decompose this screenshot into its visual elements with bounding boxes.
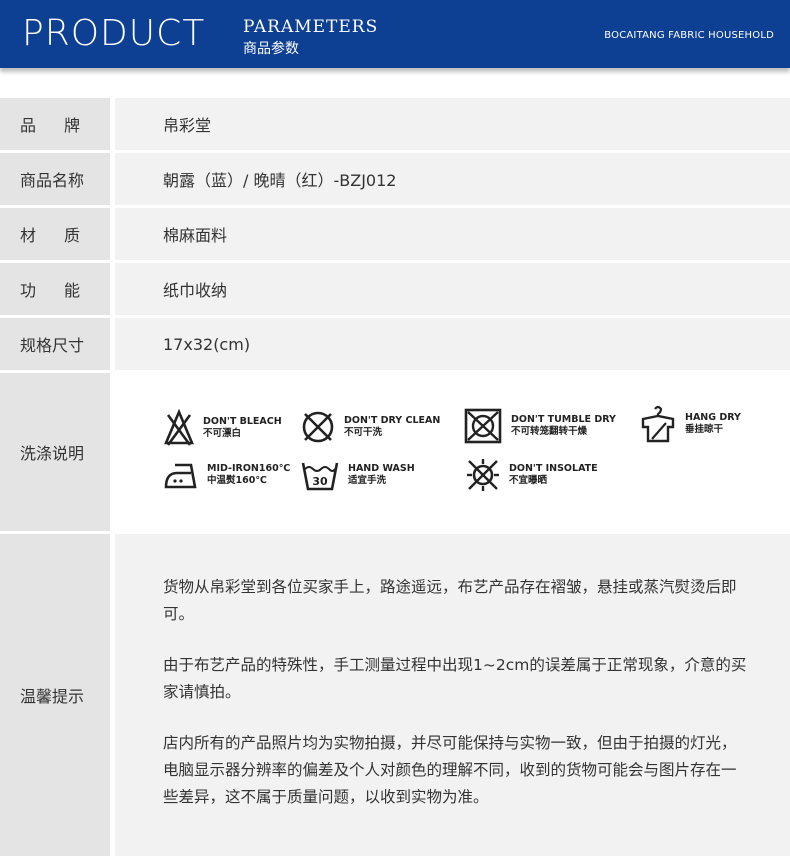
care-item: DON'T DRY CLEAN 不可干洗 xyxy=(300,409,440,445)
row-size: 规格尺寸 17x32(cm) xyxy=(0,318,790,370)
hand-wash-temp: 30 xyxy=(312,475,328,488)
care-text-cn: 适宜手洗 xyxy=(348,475,387,486)
care-item: DON'T INSOLATE 不宜曝晒 xyxy=(465,457,598,493)
row-brand: 品牌 帛彩堂 xyxy=(0,98,790,150)
care-text-cn: 不可漂白 xyxy=(203,428,242,439)
header-title: PRODUCT xyxy=(22,13,206,54)
care-icons-area: DON'T BLEACH 不可漂白 DON'T DRY CLEAN 不可干洗 DON… xyxy=(115,373,790,531)
row-label: 功能 xyxy=(0,263,110,315)
row-label: 品牌 xyxy=(0,98,110,150)
tips-area: 货物从帛彩堂到各位买家手上，路途遥远，布艺产品存在褶皱，悬挂或蒸汽熨烫后即可。 … xyxy=(115,534,790,856)
row-care: 洗涤说明 DON'T BLEACH 不可漂白 DON'T DRY CLEAN 不可干… xyxy=(0,373,790,531)
care-text-cn: 中温熨160℃ xyxy=(207,475,267,486)
iron-160-icon xyxy=(164,463,197,489)
tip-paragraph: 由于布艺产品的特殊性，手工测量过程中出现1~2cm的误差属于正常现象，介意的买家… xyxy=(163,656,747,701)
row-material: 材质 棉麻面料 xyxy=(0,208,790,260)
row-value: 朝露（蓝）/ 晚晴（红）-BZJ012 xyxy=(115,153,790,205)
care-item: DON'T BLEACH 不可漂白 xyxy=(163,409,282,447)
care-text-en: HANG DRY xyxy=(685,412,741,423)
row-label: 洗涤说明 xyxy=(0,373,110,531)
header-subtitle-en: PARAMETERS xyxy=(243,17,379,37)
care-item: MID-IRON160℃ 中温熨160℃ xyxy=(163,459,290,491)
row-product-name: 商品名称 朝露（蓝）/ 晚晴（红）-BZJ012 xyxy=(0,153,790,205)
row-label: 商品名称 xyxy=(0,153,110,205)
care-item: HANG DRY 垂挂晾干 xyxy=(639,403,741,445)
header-banner: PRODUCT PARAMETERS 商品参数 BOCAITANG FABRIC… xyxy=(0,0,790,68)
care-text-en: DON'T BLEACH xyxy=(203,416,282,427)
no-insolate-icon xyxy=(467,459,499,491)
row-tips: 温馨提示 货物从帛彩堂到各位买家手上，路途遥远，布艺产品存在褶皱，悬挂或蒸汽熨烫… xyxy=(0,534,790,856)
care-text-cn: 垂挂晾干 xyxy=(685,424,724,435)
care-text-en: DON'T TUMBLE DRY xyxy=(511,414,616,425)
tip-paragraph: 店内所有的产品照片均为实物拍摄，并尽可能保持与实物一致，但由于拍摄的灯光，电脑显… xyxy=(163,734,737,806)
care-text-cn: 不可干洗 xyxy=(344,427,383,438)
hang-dry-icon xyxy=(641,405,675,443)
header-subtitle-cn: 商品参数 xyxy=(243,41,299,57)
care-text-en: DON'T INSOLATE xyxy=(509,463,598,474)
row-label: 温馨提示 xyxy=(0,534,110,856)
care-text-cn: 不可转笼翻转干燥 xyxy=(511,426,588,437)
care-text-en: DON'T DRY CLEAN xyxy=(344,415,441,426)
parameters-table: 品牌 帛彩堂 商品名称 朝露（蓝）/ 晚晴（红）-BZJ012 材质 棉麻面料 … xyxy=(0,98,790,859)
no-bleach-icon xyxy=(164,409,194,446)
row-label: 规格尺寸 xyxy=(0,318,110,370)
row-value: 棉麻面料 xyxy=(115,208,790,260)
no-tumble-dry-icon xyxy=(464,408,502,444)
tip-paragraph: 货物从帛彩堂到各位买家手上，路途遥远，布艺产品存在褶皱，悬挂或蒸汽熨烫后即可。 xyxy=(163,578,737,623)
no-dry-clean-icon xyxy=(302,411,334,443)
row-value: 纸巾收纳 xyxy=(115,263,790,315)
row-function: 功能 纸巾收纳 xyxy=(0,263,790,315)
care-text-cn: 不宜曝晒 xyxy=(509,475,548,486)
row-value: 17x32(cm) xyxy=(115,318,790,370)
care-item: DON'T TUMBLE DRY 不可转笼翻转干燥 xyxy=(463,407,616,445)
row-label: 材质 xyxy=(0,208,110,260)
care-text-en: HAND WASH xyxy=(348,463,415,474)
header-brand: BOCAITANG FABRIC HOUSEHOLD xyxy=(604,30,774,41)
care-text-en: MID-IRON160℃ xyxy=(207,463,291,474)
hand-wash-30-icon: 30 xyxy=(301,462,339,491)
care-item: 30 HAND WASH 适宜手洗 xyxy=(300,457,415,493)
row-value: 帛彩堂 xyxy=(115,98,790,150)
